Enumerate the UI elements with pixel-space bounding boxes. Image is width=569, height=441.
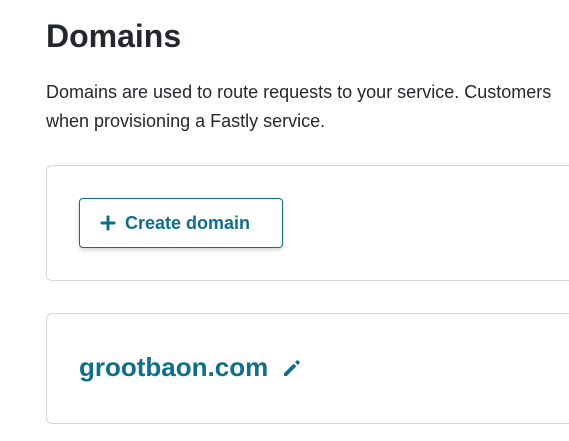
description-line-2: when provisioning a Fastly service.	[46, 111, 326, 131]
create-domain-card: Create domain	[46, 165, 569, 281]
domains-page: Domains Domains are used to route reques…	[0, 0, 569, 441]
create-domain-label: Create domain	[125, 212, 251, 233]
description-line-1: Domains are used to route requests to yo…	[46, 82, 552, 102]
page-title: Domains	[46, 18, 182, 54]
plus-icon	[100, 215, 116, 231]
domain-name-link[interactable]: grootbaon.com	[79, 352, 268, 383]
domain-card: grootbaon.com	[46, 313, 569, 424]
create-domain-button[interactable]: Create domain	[79, 198, 283, 248]
page-description: Domains are used to route requests to yo…	[46, 78, 569, 136]
domain-row: grootbaon.com	[79, 352, 302, 383]
pencil-icon[interactable]	[282, 358, 302, 378]
